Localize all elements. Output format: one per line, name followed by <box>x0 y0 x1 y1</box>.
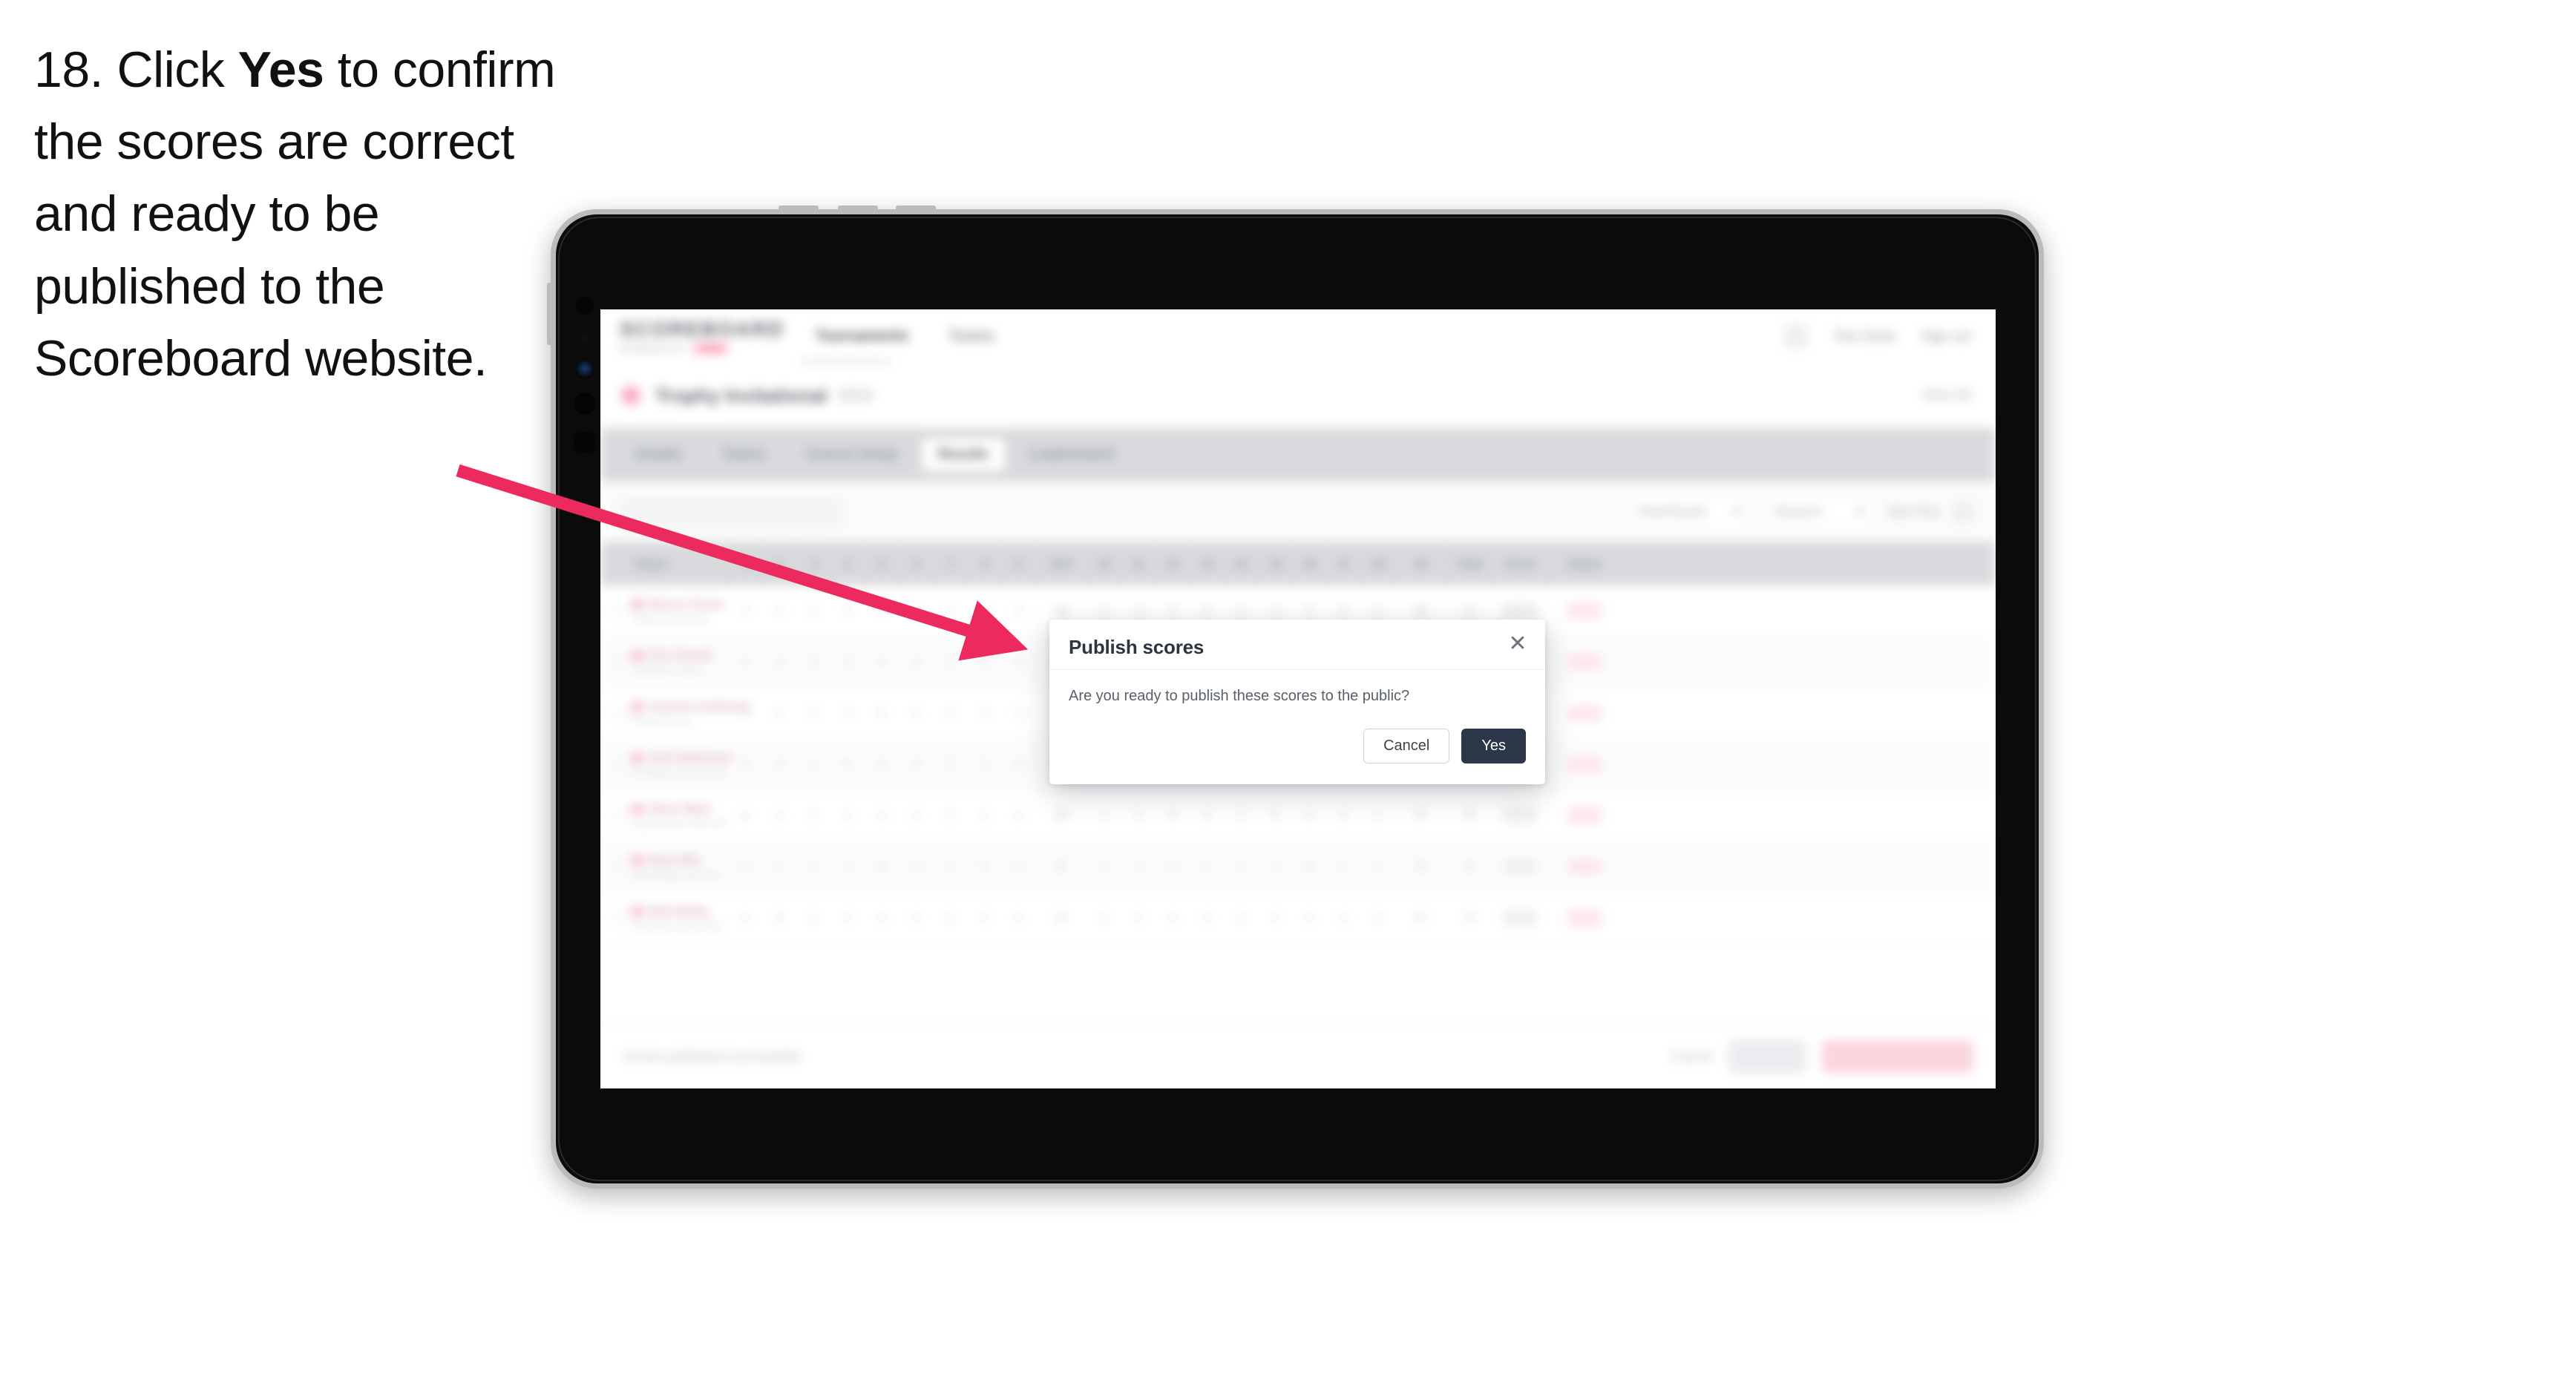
tablet-screen: SCOREBOARD POWERED BY ADMIN Tournaments … <box>600 309 1996 1088</box>
cancel-button[interactable]: Cancel <box>1363 729 1450 763</box>
close-icon[interactable]: ✕ <box>1505 631 1530 657</box>
dialog-title: Publish scores <box>1069 636 1205 658</box>
dialog-body: Are you ready to publish these scores to… <box>1049 670 1545 709</box>
dialog-footer: Cancel Yes <box>1049 709 1545 784</box>
microphone-icon <box>582 335 589 342</box>
volume-down-button[interactable] <box>838 206 878 211</box>
dialog-message: Are you ready to publish these scores to… <box>1069 688 1410 704</box>
side-button[interactable] <box>547 283 553 345</box>
front-camera-icon <box>575 360 594 379</box>
yes-button[interactable]: Yes <box>1461 729 1526 763</box>
camera-lens-icon <box>574 295 596 317</box>
instruction-bold: Yes <box>237 42 324 98</box>
dialog-header: Publish scores ✕ <box>1049 620 1545 670</box>
camera-lens-tertiary-icon <box>574 431 596 453</box>
instruction-text: 18. Click Yes to confirm the scores are … <box>34 34 583 395</box>
publish-scores-dialog: Publish scores ✕ Are you ready to publis… <box>1049 620 1545 784</box>
instruction-number: 18. <box>34 42 104 98</box>
camera-lens-secondary-icon <box>574 393 596 415</box>
volume-up-button[interactable] <box>779 206 819 211</box>
instruction-before: Click <box>117 42 238 98</box>
power-edge-button[interactable] <box>896 206 936 211</box>
tablet-device: SCOREBOARD POWERED BY ADMIN Tournaments … <box>547 206 2044 1189</box>
